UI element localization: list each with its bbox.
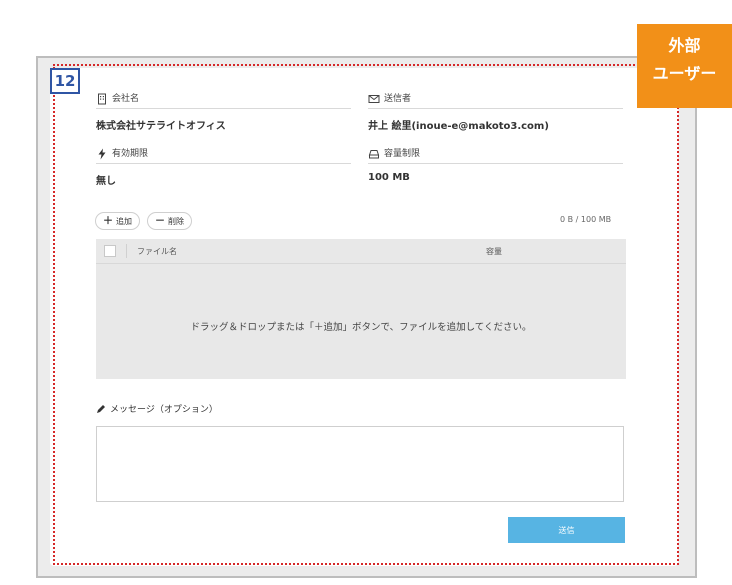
- message-label: メッセージ（オプション）: [110, 405, 218, 415]
- expiry-value: 無し: [96, 176, 116, 187]
- plus-icon: ＋: [103, 216, 113, 227]
- drive-icon: [368, 150, 380, 159]
- external-user-tag-line1: 外部: [668, 36, 701, 55]
- capacity-value: 100 MB: [368, 172, 410, 183]
- sender-field: 送信者 井上 絵里(inoue-e@makoto3.com): [368, 90, 623, 132]
- file-table[interactable]: ファイル名 容量 ドラッグ＆ドロップまたは「＋追加」ボタンで、ファイルを追加して…: [96, 239, 626, 379]
- step-badge: 12: [50, 68, 80, 94]
- envelope-icon: [368, 95, 380, 103]
- expiry-label: 有効期限: [112, 149, 149, 159]
- delete-button[interactable]: －削除: [147, 212, 192, 230]
- external-user-tag: 外部 ユーザー: [637, 24, 732, 108]
- pencil-icon: [97, 404, 105, 413]
- delete-label: 削除: [168, 217, 184, 226]
- building-icon: [98, 93, 106, 105]
- column-size: 容量: [486, 247, 502, 256]
- company-field: 会社名 株式会社サテライトオフィス: [96, 90, 351, 132]
- capacity-field: 容量制限 100 MB: [368, 145, 623, 183]
- message-textarea[interactable]: [96, 426, 624, 502]
- drop-zone-message: ドラッグ＆ドロップまたは「＋追加」ボタンで、ファイルを追加してください。: [190, 322, 532, 333]
- sender-value: 井上 絵里(inoue-e@makoto3.com): [368, 121, 549, 132]
- usage-indicator: 0 B / 100 MB: [560, 215, 612, 224]
- message-label-row: メッセージ（オプション）: [96, 402, 218, 415]
- bolt-icon: [98, 148, 106, 160]
- add-label: 追加: [116, 217, 132, 226]
- sender-label: 送信者: [384, 94, 412, 104]
- send-button[interactable]: 送信: [508, 517, 625, 543]
- column-filename: ファイル名: [137, 246, 177, 256]
- external-user-tag-line2: ユーザー: [652, 64, 717, 83]
- add-button[interactable]: ＋追加: [95, 212, 140, 230]
- expiry-field: 有効期限 無し: [96, 145, 351, 187]
- minus-icon: －: [155, 216, 165, 227]
- table-header: ファイル名 容量: [96, 239, 626, 264]
- company-label: 会社名: [112, 94, 140, 104]
- capacity-label: 容量制限: [384, 149, 421, 159]
- company-value: 株式会社サテライトオフィス: [96, 121, 226, 132]
- select-all-checkbox[interactable]: [104, 245, 116, 257]
